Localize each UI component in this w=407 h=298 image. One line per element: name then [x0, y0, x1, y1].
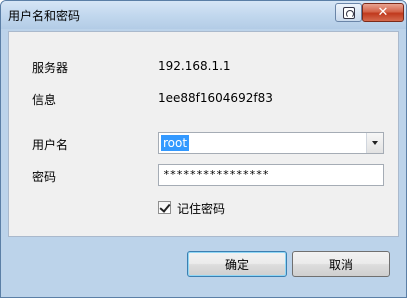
close-button[interactable]: ✕ — [362, 3, 404, 22]
server-value: 192.168.1.1 — [158, 59, 231, 73]
dialog-content: 服务器 192.168.1.1 信息 1ee88f1604692f83 用户名 … — [8, 31, 399, 237]
cancel-button[interactable]: 取消 — [292, 251, 390, 277]
chevron-down-icon[interactable] — [366, 133, 383, 153]
username-value[interactable]: root — [161, 135, 190, 151]
password-label: 密码 — [32, 170, 57, 184]
password-field[interactable]: **************** — [158, 164, 384, 186]
remember-password-checkbox[interactable] — [158, 201, 171, 214]
help-icon — [342, 6, 355, 19]
cancel-button-label: 取消 — [328, 257, 353, 272]
dialog-title: 用户名和密码 — [8, 9, 81, 23]
ok-button-label: 确定 — [224, 257, 249, 272]
server-label: 服务器 — [32, 61, 69, 75]
username-label: 用户名 — [32, 138, 69, 152]
info-value: 1ee88f1604692f83 — [158, 91, 273, 105]
remember-password-label[interactable]: 记住密码 — [177, 200, 225, 217]
password-dialog: 用户名和密码 ✕ 服务器 192.168.1.1 信息 1ee88f160469… — [0, 0, 407, 298]
title-bar[interactable]: 用户名和密码 ✕ — [1, 1, 406, 29]
close-icon: ✕ — [377, 5, 389, 20]
username-combobox[interactable]: root — [158, 132, 384, 154]
help-button[interactable] — [335, 3, 362, 22]
info-label: 信息 — [32, 93, 57, 107]
ok-button[interactable]: 确定 — [187, 251, 287, 277]
